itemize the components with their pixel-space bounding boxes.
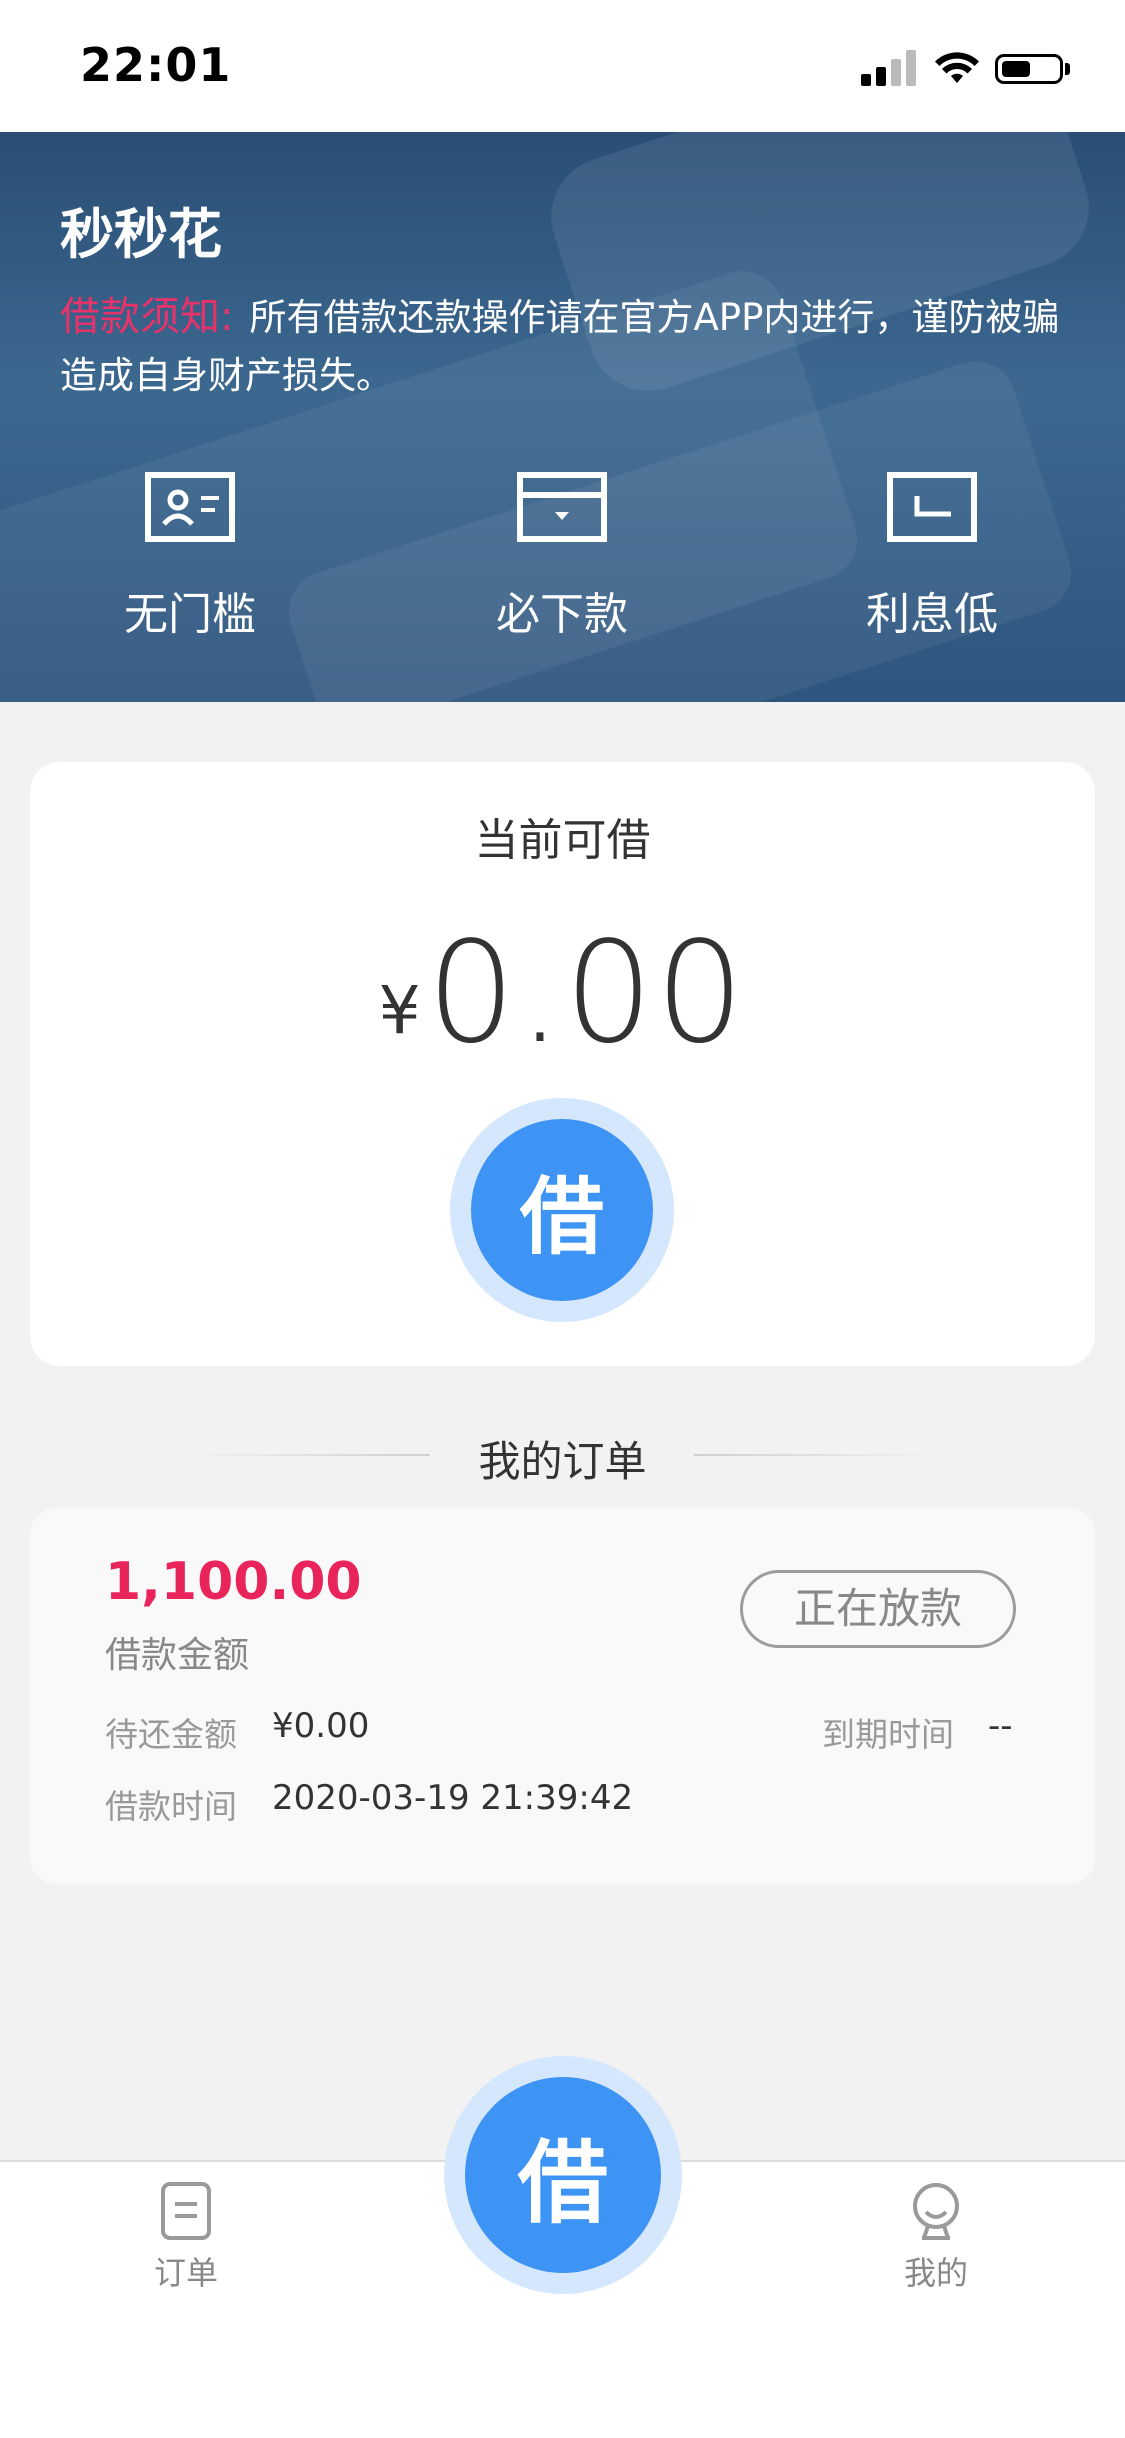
available-loan-title: 当前可借 xyxy=(474,815,651,866)
user-icon xyxy=(913,2183,959,2240)
tab-orders[interactable]: 订单 xyxy=(106,2180,266,2294)
tab-orders-label: 订单 xyxy=(153,2254,218,2292)
available-amount: ¥0.00 xyxy=(30,912,1095,1075)
center-borrow-label: 借 xyxy=(465,2077,661,2273)
document-icon xyxy=(161,2182,211,2240)
notice-label: 借款须知: xyxy=(60,294,234,340)
battery-icon xyxy=(995,54,1063,84)
tab-mine[interactable]: 我的 xyxy=(856,2180,1016,2294)
feature-label: 利息低 xyxy=(866,589,998,640)
orders-section-header: 我的订单 xyxy=(0,1420,1125,1490)
loan-notice: 借款须知: 所有借款还款操作请在官方APP内进行，谨防被骗造成自身财产损失。 xyxy=(60,288,1065,405)
cellular-signal-icon xyxy=(861,50,917,86)
due-time-value: -- xyxy=(988,1706,1013,1746)
feature-no-threshold: 无门槛 xyxy=(50,472,330,642)
status-icons xyxy=(861,50,1081,86)
center-borrow-button[interactable]: 借 xyxy=(444,2056,682,2294)
order-status-badge[interactable]: 正在放款 xyxy=(740,1570,1016,1648)
loan-time-value: 2020-03-19 21:39:42 xyxy=(272,1778,634,1818)
wallet-icon xyxy=(517,472,607,542)
available-amount-value: 0.00 xyxy=(426,912,747,1075)
pending-amount-label: 待还金额 xyxy=(105,1715,237,1754)
id-card-icon xyxy=(145,472,235,542)
return-card-icon xyxy=(887,472,977,542)
order-amount-label: 借款金额 xyxy=(105,1635,250,1676)
order-card[interactable]: 1,100.00 借款金额 正在放款 待还金额 ¥0.00 到期时间 -- 借款… xyxy=(30,1508,1095,1884)
pending-amount-value: ¥0.00 xyxy=(272,1706,370,1746)
wifi-icon xyxy=(935,52,979,83)
borrow-button[interactable]: 借 xyxy=(450,1098,674,1322)
battery-tip xyxy=(1065,63,1070,75)
order-amount: 1,100.00 xyxy=(105,1552,362,1612)
feature-guaranteed: 必下款 xyxy=(422,472,702,642)
feature-low-interest: 利息低 xyxy=(792,472,1072,642)
feature-label: 无门槛 xyxy=(124,589,256,640)
currency-symbol: ¥ xyxy=(378,972,421,1049)
app-title: 秒秒花 xyxy=(60,203,222,266)
status-bar: 22:01 xyxy=(0,0,1125,132)
due-time-label: 到期时间 xyxy=(822,1715,954,1754)
borrow-button-label: 借 xyxy=(471,1119,653,1301)
status-time: 22:01 xyxy=(80,38,232,92)
loan-time-label: 借款时间 xyxy=(105,1787,237,1826)
tab-mine-label: 我的 xyxy=(903,2254,968,2292)
available-loan-card: 当前可借 ¥0.00 借 xyxy=(30,762,1095,1366)
divider xyxy=(694,1454,939,1456)
header-banner: 秒秒花 借款须知: 所有借款还款操作请在官方APP内进行，谨防被骗造成自身财产损失… xyxy=(0,132,1125,702)
orders-section-title: 我的订单 xyxy=(478,1437,647,1486)
feature-label: 必下款 xyxy=(496,589,628,640)
